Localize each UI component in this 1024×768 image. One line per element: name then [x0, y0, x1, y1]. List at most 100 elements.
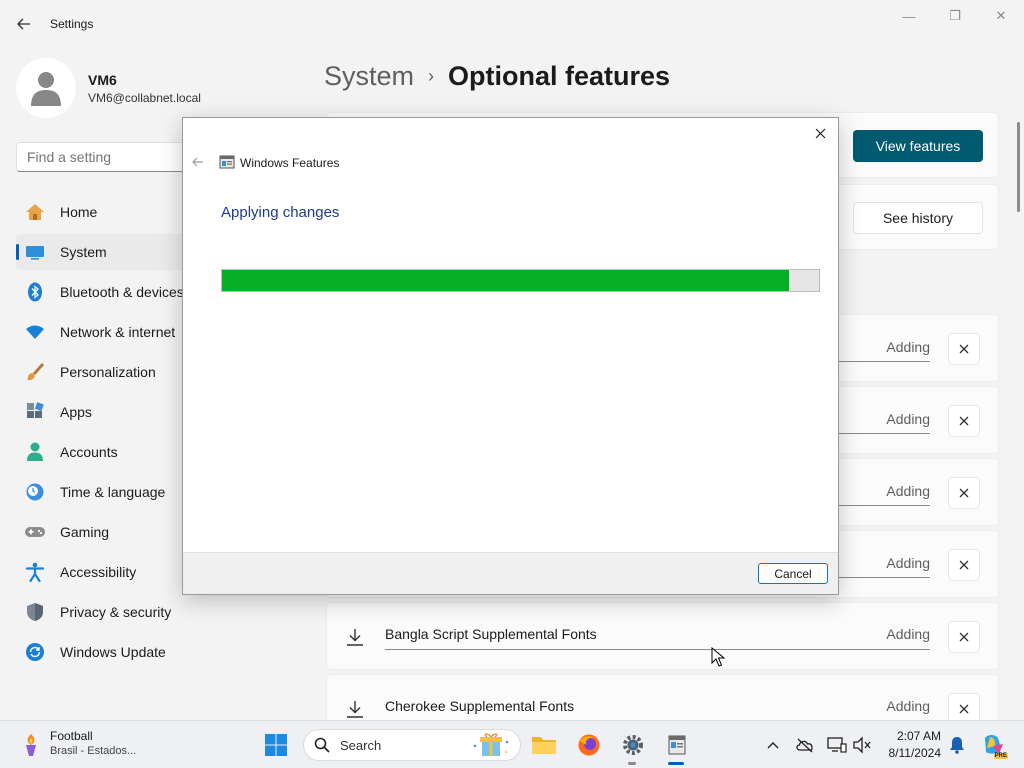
feature-progress-line: [385, 649, 930, 650]
nav-item-windows-update[interactable]: Windows Update: [16, 634, 316, 670]
cancel-feature-button[interactable]: [948, 405, 980, 437]
cloud-offline-icon: [796, 738, 813, 753]
view-features-button[interactable]: View features: [853, 130, 983, 162]
close-icon: [959, 344, 969, 354]
feature-status: Adding: [886, 698, 930, 714]
nav-item-label: Windows Update: [60, 644, 166, 660]
cancel-button[interactable]: Cancel: [758, 563, 828, 584]
feature-status: Adding: [886, 339, 930, 355]
nav-item-privacy[interactable]: Privacy & security: [16, 594, 316, 630]
download-icon: [347, 629, 363, 646]
nav-item-label: Time & language: [60, 484, 166, 500]
taskbar-search[interactable]: Search: [303, 729, 521, 761]
nav-item-label: Apps: [60, 404, 92, 420]
close-button[interactable]: ✕: [979, 6, 1023, 26]
accessibility-icon: [24, 561, 46, 583]
dialog-heading: Applying changes: [221, 204, 340, 221]
settings-taskbar-button[interactable]: [617, 729, 649, 761]
nav-item-label: Network & internet: [60, 324, 176, 340]
windows-features-taskbar-button[interactable]: [661, 729, 693, 761]
nav-item-label: Privacy & security: [60, 604, 172, 620]
page-title: Optional features: [448, 60, 671, 91]
windows-features-icon: [668, 735, 686, 755]
volume-status[interactable]: [852, 735, 872, 755]
cancel-feature-button[interactable]: [948, 549, 980, 581]
chevron-up-icon: [767, 742, 779, 749]
onedrive-status[interactable]: [795, 735, 815, 755]
copilot-button[interactable]: PRE: [980, 735, 1008, 759]
download-icon: [347, 701, 363, 718]
avatar[interactable]: [16, 58, 76, 118]
nav-item-label: Accounts: [60, 444, 118, 460]
cancel-feature-button[interactable]: [948, 333, 980, 365]
user-email: VM6@collabnet.local: [88, 91, 201, 105]
dialog-title: Windows Features: [240, 156, 340, 170]
mouse-cursor: [711, 647, 725, 667]
wifi-icon: [24, 321, 46, 343]
dialog-back-button[interactable]: [189, 154, 207, 170]
app-title: Settings: [50, 17, 94, 31]
user-name: VM6: [88, 72, 117, 88]
back-arrow-icon: [17, 18, 30, 30]
minimize-button[interactable]: —: [887, 6, 931, 26]
settings-running-indicator: [628, 762, 636, 765]
minimize-icon: —: [902, 8, 916, 24]
close-icon: ✕: [995, 8, 1007, 23]
apps-icon: [24, 401, 46, 423]
feature-status: Adding: [886, 411, 930, 427]
dialog-close-button[interactable]: [806, 122, 834, 144]
firefox-button[interactable]: [573, 729, 605, 761]
clock-date[interactable]: 8/11/2024: [880, 746, 942, 760]
active-app-indicator: [668, 762, 684, 765]
home-icon: [24, 201, 46, 223]
bluetooth-icon: [24, 281, 46, 303]
progress-fill: [222, 270, 790, 291]
copilot-badge: PRE: [993, 753, 1008, 759]
maximize-button[interactable]: ❐: [933, 6, 977, 26]
gift-icon: [473, 733, 509, 756]
cancel-feature-button[interactable]: [948, 477, 980, 509]
see-history-button[interactable]: See history: [853, 202, 983, 234]
shield-icon: [24, 601, 46, 623]
widget-title[interactable]: Football: [50, 729, 93, 743]
taskbar: Football Brasil - Estados... Search 2:07…: [0, 720, 1024, 768]
feature-status: Adding: [886, 626, 930, 642]
speaker-muted-icon: [853, 736, 871, 754]
cancel-feature-button[interactable]: [948, 621, 980, 653]
gamepad-icon: [24, 521, 46, 543]
feature-status: Adding: [886, 555, 930, 571]
back-arrow-icon: [192, 157, 203, 167]
monitor-network-icon: [827, 737, 847, 753]
file-explorer-button[interactable]: [528, 729, 560, 761]
user-icon: [31, 72, 61, 106]
scrollbar[interactable]: [1017, 122, 1020, 212]
windows-logo-icon: [265, 734, 287, 756]
firefox-icon: [578, 734, 600, 756]
apply-progress-bar: [221, 269, 820, 292]
close-icon: [959, 704, 969, 714]
close-icon: [959, 632, 969, 642]
brush-icon: [24, 361, 46, 383]
feature-status: Adding: [886, 483, 930, 499]
nav-item-label: Accessibility: [60, 564, 137, 580]
folder-icon: [532, 737, 556, 754]
torch-icon: [26, 734, 36, 756]
bell-icon: [950, 737, 964, 754]
show-hidden-icons-button[interactable]: [763, 735, 783, 755]
close-icon: [959, 560, 969, 570]
close-icon: [815, 128, 825, 138]
breadcrumb-parent[interactable]: System: [324, 61, 414, 92]
feature-name: Bangla Script Supplemental Fonts: [385, 626, 597, 642]
windows-features-icon: [219, 155, 235, 169]
network-status[interactable]: [827, 735, 847, 755]
chevron-right-icon: ›: [428, 65, 435, 86]
feature-row: Bangla Script Supplemental Fonts Adding: [326, 602, 999, 670]
clock-time[interactable]: 2:07 AM: [885, 729, 941, 743]
start-button[interactable]: [260, 729, 292, 761]
notifications-button[interactable]: [947, 735, 967, 755]
dialog-footer: Cancel: [183, 552, 838, 594]
back-button[interactable]: [8, 10, 40, 38]
close-icon: [959, 488, 969, 498]
widget-subtitle: Brasil - Estados...: [50, 745, 137, 757]
restore-icon: ❐: [949, 8, 961, 23]
